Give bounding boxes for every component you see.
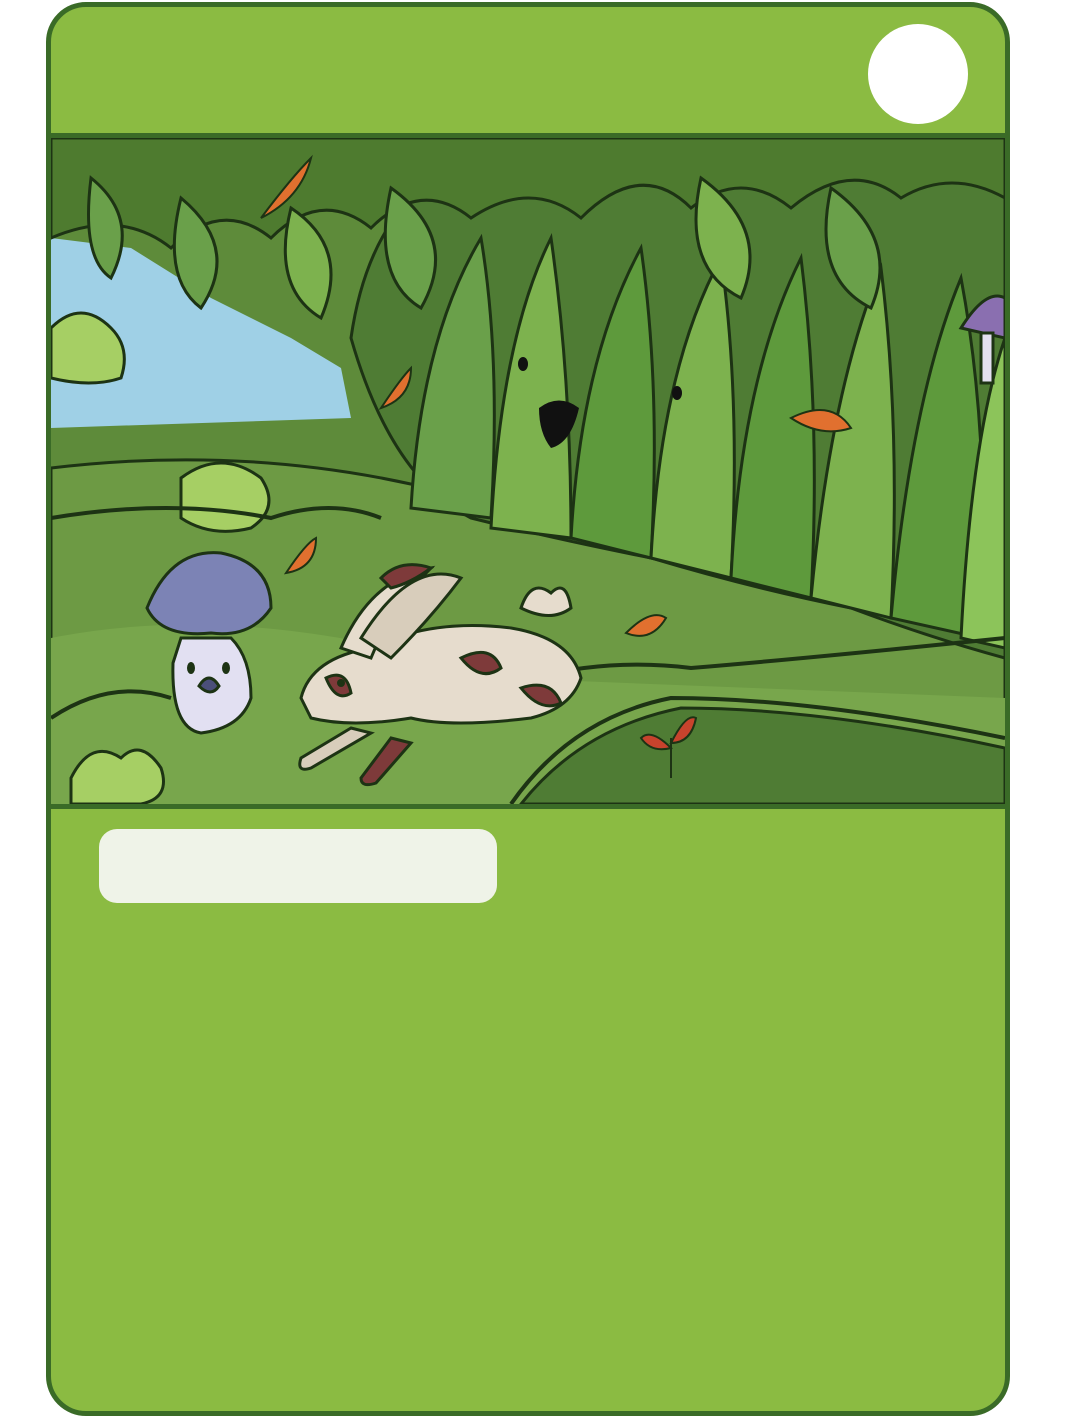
card-illustration — [51, 133, 1005, 809]
card-corner-badge — [868, 24, 968, 124]
illustration-svg — [51, 138, 1005, 804]
game-card[interactable] — [46, 2, 1010, 1416]
card-name-plate — [99, 829, 497, 903]
card-header — [51, 7, 1005, 133]
